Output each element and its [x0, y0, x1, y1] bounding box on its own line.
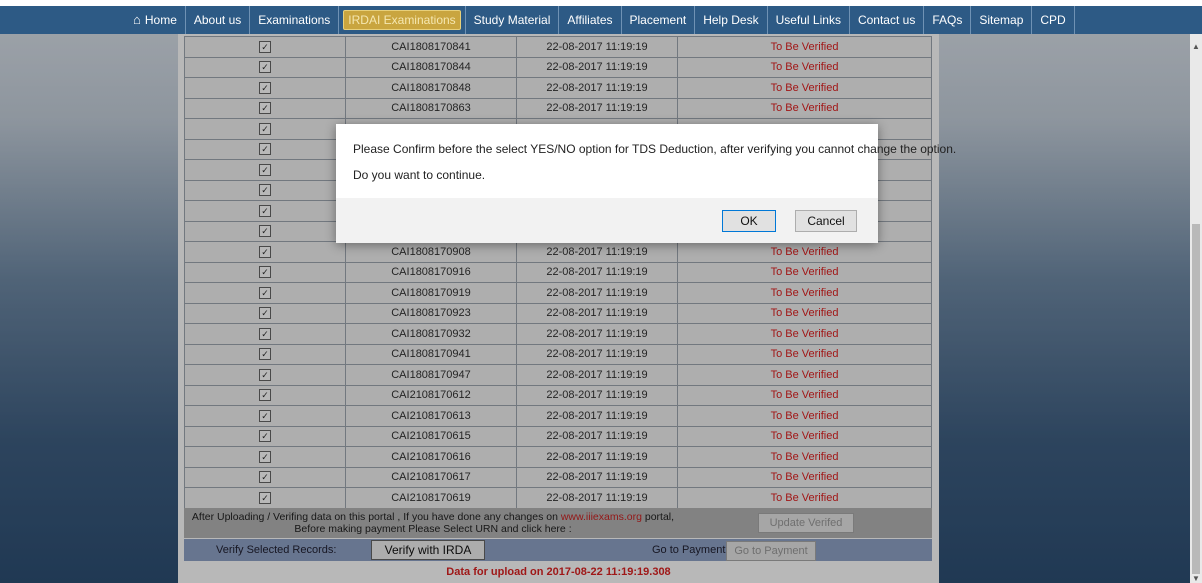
scroll-down-arrow-icon[interactable]: ▼	[1190, 574, 1202, 583]
nav-label: Help Desk	[703, 13, 759, 27]
nav-item-faqs[interactable]: FAQs	[924, 6, 972, 34]
confirm-dialog: Please Confirm before the select YES/NO …	[336, 124, 956, 243]
dialog-message: Please Confirm before the select YES/NO …	[353, 142, 957, 156]
nav-item-home[interactable]: ⌂ Home	[125, 6, 186, 34]
nav-item-study-material[interactable]: Study Material	[466, 6, 560, 34]
nav-item-about-us[interactable]: About us	[186, 6, 251, 34]
scroll-thumb[interactable]	[1192, 224, 1200, 574]
nav-label: FAQs	[932, 13, 963, 27]
vertical-scrollbar[interactable]: ▲ ▼	[1190, 34, 1202, 583]
nav-item-sitemap[interactable]: Sitemap	[971, 6, 1033, 34]
nav-item-affiliates[interactable]: Affiliates	[559, 6, 622, 34]
nav-label: Placement	[629, 13, 687, 27]
modal-overlay	[0, 34, 1190, 583]
nav-item-irdai-examinations[interactable]: IRDAI Examinations	[339, 6, 466, 34]
scroll-up-arrow-icon[interactable]: ▲	[1190, 42, 1202, 51]
nav-item-useful-links[interactable]: Useful Links	[768, 6, 850, 34]
nav-item-help-desk[interactable]: Help Desk	[695, 6, 768, 34]
nav-label: IRDAI Examinations	[343, 10, 461, 30]
nav-label: Study Material	[473, 13, 551, 27]
nav-label: Examinations	[258, 13, 331, 27]
nav-label: Home	[144, 13, 177, 27]
nav-label: About us	[193, 13, 242, 27]
nav-item-examinations[interactable]: Examinations	[250, 6, 340, 34]
nav-label: Affiliates	[567, 13, 613, 27]
nav-item-contact-us[interactable]: Contact us	[850, 6, 925, 34]
nav-label: CPD	[1040, 13, 1066, 27]
dialog-button-bar: OK Cancel	[336, 198, 878, 243]
nav-items: ⌂ Home About us Examinations IRDAI Examinati…	[125, 6, 1075, 34]
ok-button[interactable]: OK	[722, 210, 776, 232]
dialog-question: Do you want to continue.	[353, 168, 486, 182]
nav-label: Useful Links	[775, 13, 841, 27]
nav-item-placement[interactable]: Placement	[622, 6, 696, 34]
nav-label: Contact us	[857, 13, 916, 27]
home-icon: ⌂	[133, 12, 141, 27]
main-nav: ⌂ Home About us Examinations IRDAI Examinati…	[0, 6, 1202, 34]
nav-item-cpd[interactable]: CPD	[1032, 6, 1075, 34]
cancel-button[interactable]: Cancel	[795, 210, 857, 232]
nav-label: Sitemap	[979, 13, 1024, 27]
